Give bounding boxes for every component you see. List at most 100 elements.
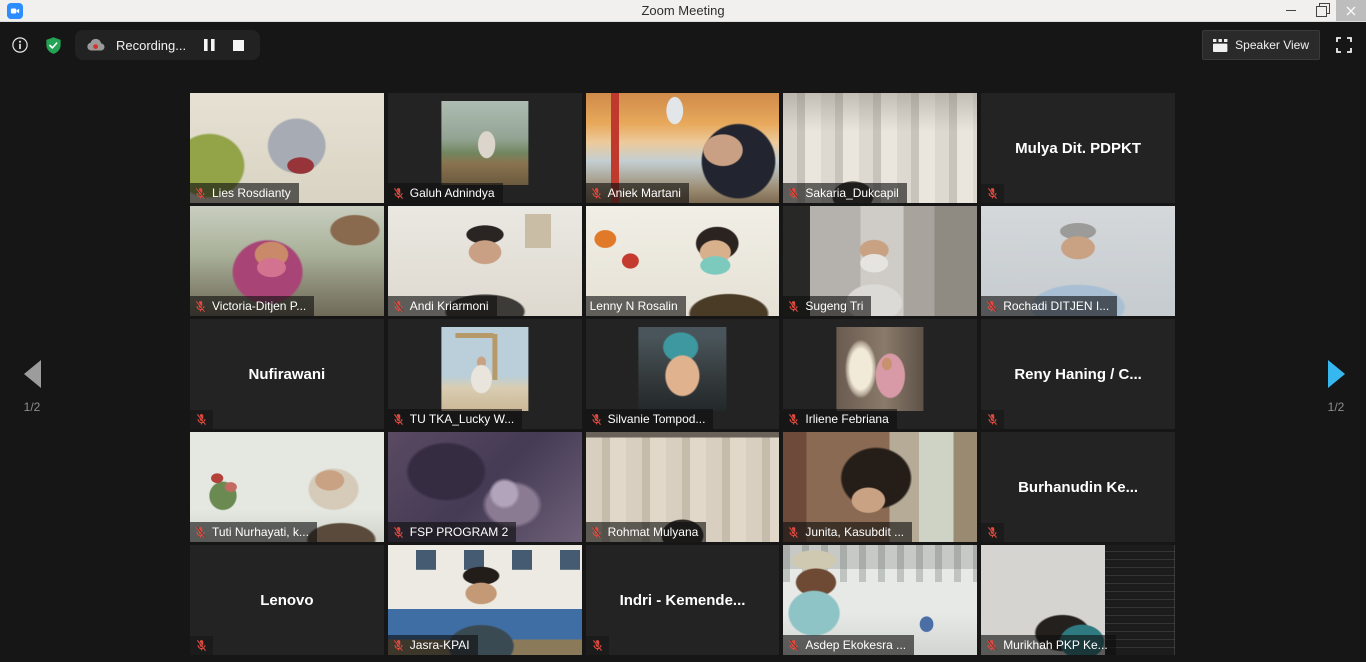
name-label: Aniek Martani: [586, 183, 689, 203]
video-tile[interactable]: Galuh Adnindya: [388, 93, 582, 203]
page-indicator-left: 1/2: [24, 400, 41, 414]
video-tile[interactable]: Mulya Dit. PDPKT: [981, 93, 1175, 203]
stop-recording-button[interactable]: [228, 35, 248, 55]
name-label: Andi Kriarmoni: [388, 296, 497, 316]
video-tile[interactable]: Asdep Ekokesra ...: [783, 545, 977, 655]
minimize-icon: [1286, 10, 1296, 11]
next-page-arrow-icon[interactable]: [1328, 360, 1345, 388]
video-tile[interactable]: Jasra-KPAI: [388, 545, 582, 655]
muted-mic-icon: [195, 639, 208, 652]
participant-name: Burhanudin Ke...: [981, 432, 1175, 542]
participant-grid: Lies Rosdianty Galuh Adnindya Aniek Martan…: [190, 93, 1175, 655]
meeting-info-button[interactable]: [9, 34, 31, 56]
page-indicator-right: 1/2: [1328, 400, 1345, 414]
participant-name: FSP PROGRAM 2: [410, 525, 508, 539]
muted-mic-icon: [985, 639, 998, 652]
participant-name: Murikhah PKP Ke...: [1003, 638, 1108, 652]
participant-name: TU TKA_Lucky W...: [410, 412, 514, 426]
video-tile[interactable]: Rochadi DITJEN I...: [981, 206, 1175, 316]
zoom-camera-icon: [10, 6, 20, 16]
video-tile[interactable]: Sakaria_Dukcapil: [783, 93, 977, 203]
video-tile[interactable]: FSP PROGRAM 2: [388, 432, 582, 542]
participant-name: Silvanie Tompod...: [608, 412, 706, 426]
close-button[interactable]: [1336, 0, 1366, 21]
mute-indicator: [981, 410, 1004, 429]
recording-status-text: Recording...: [116, 38, 186, 53]
video-tile[interactable]: Rohmat Mulyana: [586, 432, 780, 542]
previous-page-arrow-icon[interactable]: [24, 360, 41, 388]
participant-name: Lies Rosdianty: [212, 186, 291, 200]
video-tile[interactable]: Lies Rosdianty: [190, 93, 384, 203]
mute-indicator: [981, 523, 1004, 542]
previous-page-nav: 1/2: [12, 360, 52, 414]
video-tile[interactable]: Lenovo: [190, 545, 384, 655]
muted-mic-icon: [787, 187, 800, 200]
muted-mic-icon: [590, 526, 603, 539]
participant-name: Jasra-KPAI: [410, 638, 470, 652]
name-label: Rohmat Mulyana: [586, 522, 707, 542]
name-label: Junita, Kasubdit ...: [783, 522, 912, 542]
participant-name: Rohmat Mulyana: [608, 525, 699, 539]
participant-name: Mulya Dit. PDPKT: [981, 93, 1175, 203]
name-label: Rochadi DITJEN I...: [981, 296, 1117, 316]
muted-mic-icon: [392, 187, 405, 200]
toolbar-left: Recording...: [9, 30, 260, 60]
info-icon: [11, 36, 29, 54]
participant-name: Reny Haning / C...: [981, 319, 1175, 429]
video-tile[interactable]: Tuti Nurhayati, k...: [190, 432, 384, 542]
name-label: Victoria-Ditjen P...: [190, 296, 314, 316]
video-tile[interactable]: Victoria-Ditjen P...: [190, 206, 384, 316]
participant-name: Lenovo: [190, 545, 384, 655]
participant-name: Junita, Kasubdit ...: [805, 525, 904, 539]
pause-recording-button[interactable]: [199, 35, 219, 55]
participant-name: Tuti Nurhayati, k...: [212, 525, 309, 539]
muted-mic-icon: [194, 300, 207, 313]
video-tile[interactable]: Lenny N Rosalin: [586, 206, 780, 316]
name-label: Galuh Adnindya: [388, 183, 503, 203]
fullscreen-icon: [1336, 37, 1352, 53]
stop-icon: [233, 40, 244, 51]
participant-name: Victoria-Ditjen P...: [212, 299, 306, 313]
video-tile[interactable]: Irliene Febriana: [783, 319, 977, 429]
profile-photo: [837, 327, 924, 412]
participant-name: Asdep Ekokesra ...: [805, 638, 906, 652]
mute-indicator: [586, 636, 609, 655]
speaker-view-icon: [1213, 39, 1228, 52]
muted-mic-icon: [787, 413, 800, 426]
muted-mic-icon: [590, 187, 603, 200]
minimize-button[interactable]: [1276, 0, 1306, 21]
video-tile[interactable]: Aniek Martani: [586, 93, 780, 203]
muted-mic-icon: [986, 526, 999, 539]
participant-name: Sugeng Tri: [805, 299, 863, 313]
participant-name: Galuh Adnindya: [410, 186, 495, 200]
muted-mic-icon: [985, 300, 998, 313]
restore-button[interactable]: [1306, 0, 1336, 21]
video-tile[interactable]: Murikhah PKP Ke...: [981, 545, 1175, 655]
muted-mic-icon: [392, 300, 405, 313]
video-tile[interactable]: Indri - Kemende...: [586, 545, 780, 655]
recording-indicator: Recording...: [75, 30, 260, 60]
participant-name: Lenny N Rosalin: [590, 299, 678, 313]
fullscreen-button[interactable]: [1333, 34, 1355, 56]
video-tile[interactable]: Burhanudin Ke...: [981, 432, 1175, 542]
video-tile[interactable]: Sugeng Tri: [783, 206, 977, 316]
video-tile[interactable]: Nufirawani: [190, 319, 384, 429]
video-tile[interactable]: Silvanie Tompod...: [586, 319, 780, 429]
video-tile[interactable]: Andi Kriarmoni: [388, 206, 582, 316]
mute-indicator: [190, 410, 213, 429]
video-tile[interactable]: Reny Haning / C...: [981, 319, 1175, 429]
next-page-nav: 1/2: [1316, 360, 1356, 414]
video-tile[interactable]: TU TKA_Lucky W...: [388, 319, 582, 429]
name-label: FSP PROGRAM 2: [388, 522, 516, 542]
muted-mic-icon: [591, 639, 604, 652]
encryption-badge[interactable]: [42, 34, 64, 56]
name-label: Jasra-KPAI: [388, 635, 478, 655]
name-label: Irliene Febriana: [783, 409, 896, 429]
mute-indicator: [190, 636, 213, 655]
restore-icon: [1316, 6, 1327, 17]
participant-name: Nufirawani: [190, 319, 384, 429]
toolbar-right: Speaker View: [1202, 30, 1355, 60]
close-icon: [1346, 6, 1356, 16]
video-tile[interactable]: Junita, Kasubdit ...: [783, 432, 977, 542]
speaker-view-button[interactable]: Speaker View: [1202, 30, 1320, 60]
